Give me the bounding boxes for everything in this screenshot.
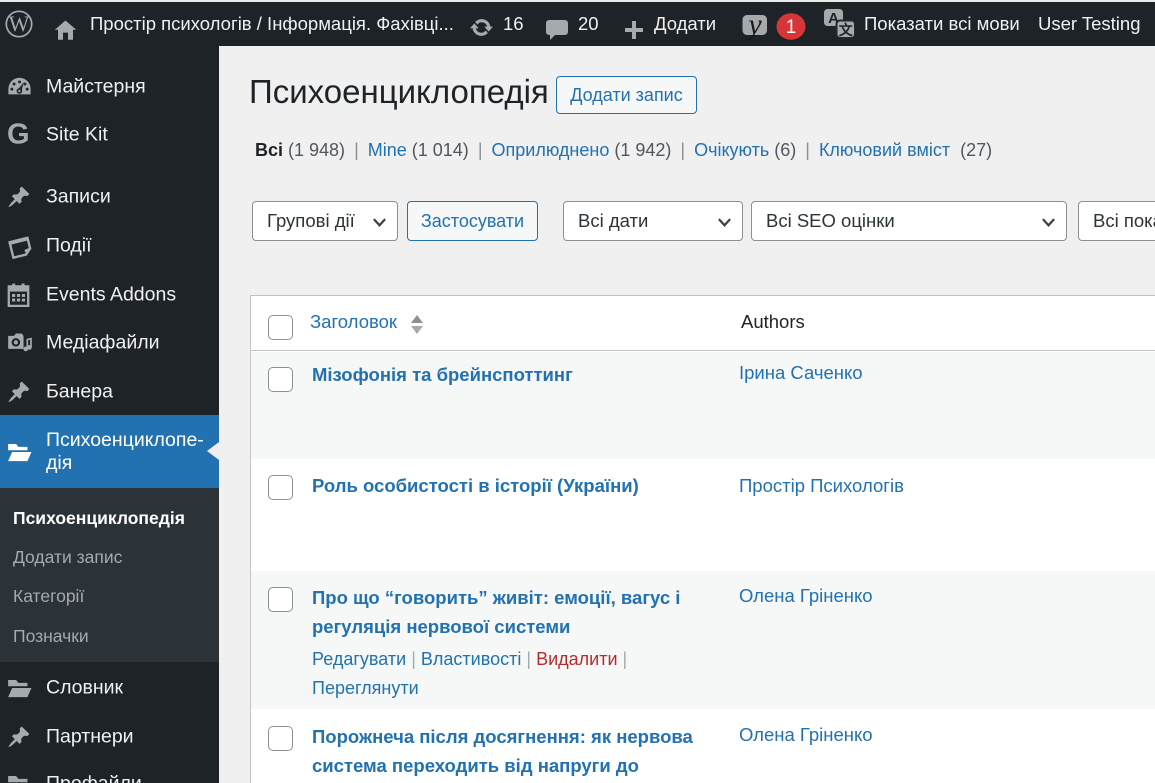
svg-text:1: 1 bbox=[786, 17, 797, 38]
svg-text:W: W bbox=[9, 11, 30, 36]
svg-text:文: 文 bbox=[839, 22, 854, 38]
svg-text:y: y bbox=[745, 8, 762, 41]
